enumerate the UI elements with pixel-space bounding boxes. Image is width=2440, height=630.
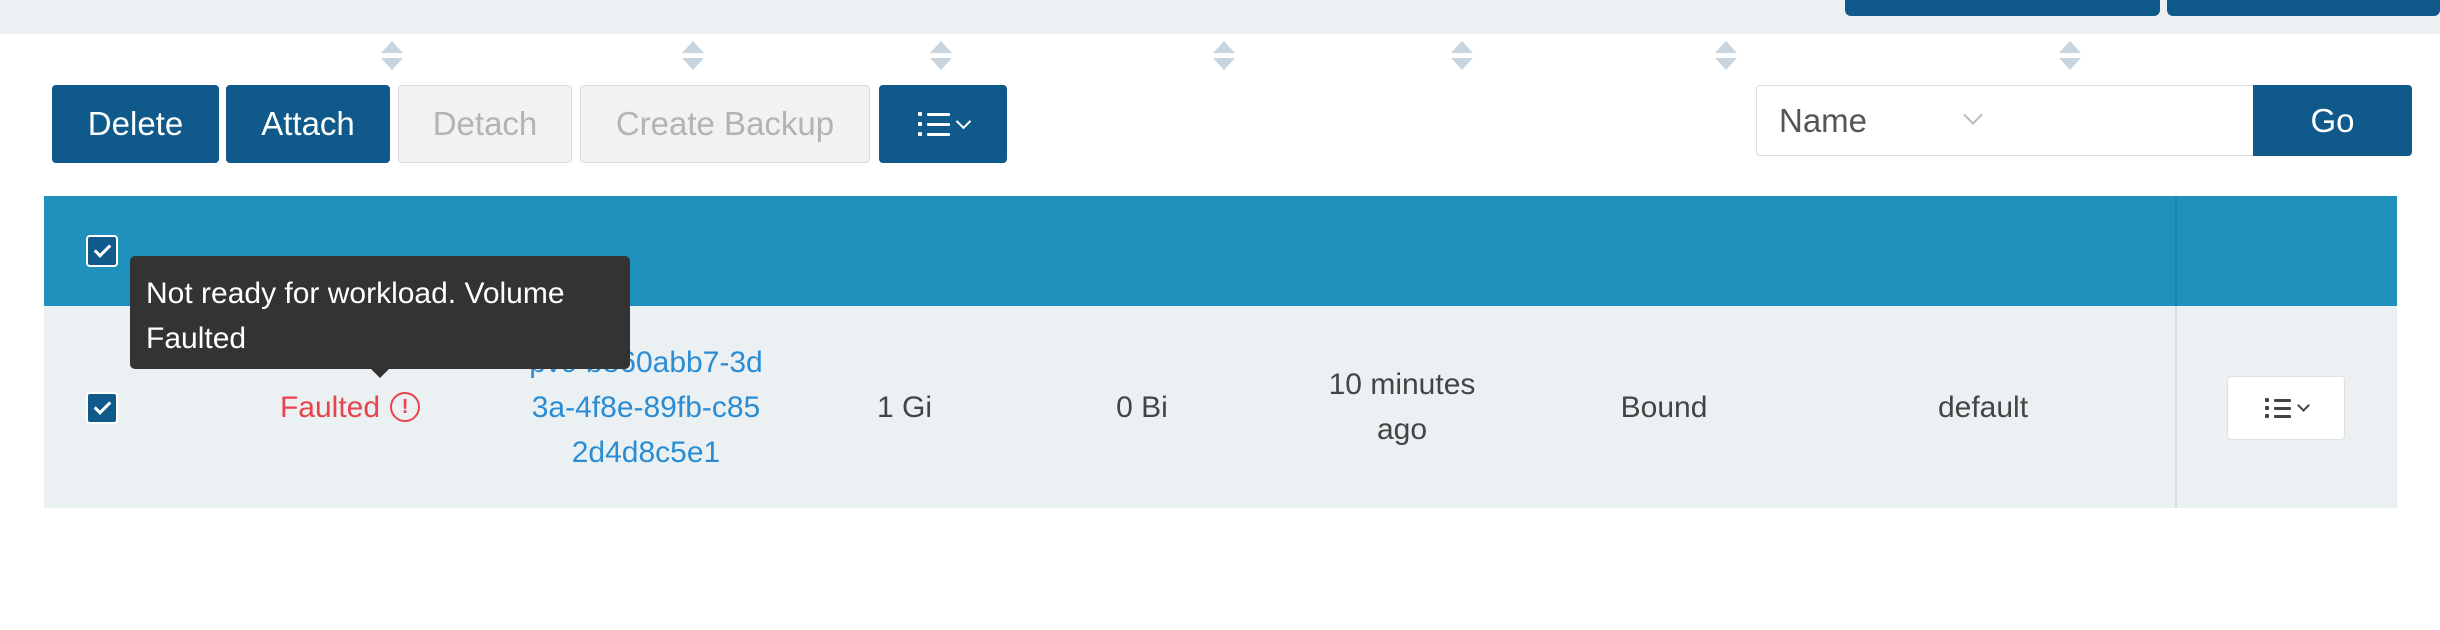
list-icon bbox=[917, 112, 971, 136]
select-all-checkbox[interactable] bbox=[86, 235, 118, 267]
sort-icon bbox=[682, 40, 705, 70]
state-label: Faulted bbox=[279, 390, 381, 424]
column-header-namespace[interactable]: Namespace bbox=[1791, 0, 2175, 110]
volume-page: Delete Attach Detach Create Backup Name … bbox=[0, 0, 2440, 630]
created-value: 10 minutes ago bbox=[1328, 368, 1476, 446]
sort-icon bbox=[929, 40, 952, 70]
column-header-operation: Operation bbox=[2177, 0, 2397, 110]
column-header-created[interactable]: Created bbox=[1267, 0, 1537, 110]
row-select-checkbox[interactable] bbox=[86, 392, 118, 424]
column-label-pv-pvc: PV/PVC bbox=[1590, 38, 1702, 71]
chevron-down-icon bbox=[2296, 398, 2310, 412]
pv-pvc-cell: Bound bbox=[1537, 306, 1791, 508]
column-header-state[interactable]: State bbox=[200, 0, 500, 110]
size-value: 1 Gi bbox=[876, 390, 933, 424]
created-cell: 10 minutes ago bbox=[1267, 306, 1537, 508]
sort-icon bbox=[2059, 40, 2082, 70]
pv-pvc-value: Bound bbox=[1620, 390, 1708, 424]
size-cell: 1 Gi bbox=[792, 306, 1017, 508]
attach-button-label: Attach bbox=[261, 105, 355, 142]
column-label-namespace: Namespace bbox=[1884, 38, 2046, 71]
actual-size-value: 0 Bi bbox=[1116, 390, 1168, 424]
list-icon bbox=[2264, 398, 2310, 418]
delete-button[interactable]: Delete bbox=[52, 85, 219, 163]
operation-column-divider bbox=[2175, 196, 2177, 508]
sort-icon bbox=[1213, 40, 1236, 70]
create-backup-button-label: Create Backup bbox=[615, 105, 835, 142]
column-label-created: Created bbox=[1330, 38, 1438, 71]
column-label-size: Size bbox=[857, 38, 916, 71]
exclamation-circle-icon[interactable]: ! bbox=[390, 392, 421, 422]
sort-icon bbox=[381, 40, 404, 70]
delete-button-label: Delete bbox=[87, 105, 184, 142]
column-header-pv-pvc[interactable]: PV/PVC bbox=[1537, 0, 1791, 110]
detach-button-label: Detach bbox=[432, 105, 538, 142]
sort-icon bbox=[1451, 40, 1474, 70]
column-label-name: Name bbox=[587, 38, 669, 71]
tooltip-text: Not ready for workload. Volume Faulted bbox=[146, 277, 565, 355]
fault-tooltip: Not ready for workload. Volume Faulted bbox=[130, 256, 630, 369]
row-operation-menu-button[interactable] bbox=[2227, 376, 2345, 440]
chevron-down-icon bbox=[955, 113, 971, 129]
column-label-operation: Operation bbox=[2221, 38, 2353, 71]
column-label-state: State bbox=[296, 38, 368, 71]
column-header-actual-size[interactable]: Actual Size bbox=[1017, 0, 1267, 110]
actual-size-cell: 0 Bi bbox=[1017, 306, 1267, 508]
namespace-cell: default bbox=[1791, 306, 2175, 508]
sort-icon bbox=[1715, 40, 1738, 70]
namespace-value: default bbox=[1937, 390, 2029, 424]
column-header-name[interactable]: Name bbox=[500, 0, 792, 110]
column-label-actual-size: Actual Size bbox=[1048, 38, 1200, 71]
tooltip-arrow bbox=[371, 369, 389, 378]
column-header-size[interactable]: Size bbox=[792, 0, 1017, 110]
